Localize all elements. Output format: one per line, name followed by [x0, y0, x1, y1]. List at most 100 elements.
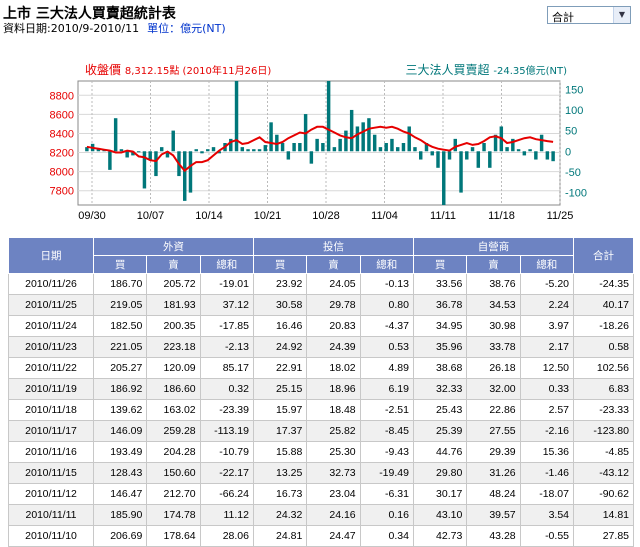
cell-value: 17.37 — [252, 420, 308, 442]
net-bar — [505, 147, 509, 152]
cell-value: -18.26 — [573, 315, 634, 337]
cell-value: 205.27 — [92, 357, 148, 379]
table-row: 2010/11/12 146.47 212.70 -66.24 16.73 23.04 -6… — [8, 483, 634, 505]
row-date: 2010/11/23 — [8, 336, 94, 358]
net-bar — [211, 147, 216, 152]
date-range-label: 資料日期:2010/9-2010/11 — [3, 22, 140, 35]
index-legend: 收盤價 8,312.15點 (2010年11月26日) — [85, 61, 271, 78]
cell-value: -18.07 — [519, 483, 575, 505]
category-select[interactable]: 合計 ▼ — [547, 6, 631, 24]
index-legend-label: 收盤價 — [85, 63, 122, 77]
chevron-down-icon[interactable]: ▼ — [613, 7, 630, 23]
cell-value: 0.58 — [573, 336, 634, 358]
row-date: 2010/11/26 — [8, 273, 94, 295]
net-bar — [298, 143, 302, 152]
cell-value: 186.60 — [146, 378, 201, 400]
cell-value: 212.70 — [146, 483, 201, 505]
net-bar — [154, 151, 158, 177]
cell-value: -0.13 — [359, 273, 414, 295]
cell-value: 32.73 — [306, 462, 361, 484]
net-bar — [522, 151, 527, 156]
net-bar — [257, 149, 262, 152]
cell-value: 24.92 — [252, 336, 308, 358]
cell-value: 44.76 — [412, 441, 468, 463]
cell-value: 25.39 — [412, 420, 468, 442]
left-tick-label: 8600 — [50, 109, 74, 121]
net-bar — [476, 151, 481, 168]
x-tick-label: 09/30 — [78, 210, 106, 222]
net-bar — [349, 109, 354, 152]
cell-value: 23.04 — [306, 483, 361, 505]
net-bar — [269, 122, 273, 152]
net-bar — [315, 138, 319, 152]
cell-value: 29.78 — [306, 294, 361, 316]
cell-value: -66.24 — [199, 483, 254, 505]
x-tick-label: 10/14 — [195, 210, 223, 222]
cell-value: -22.17 — [199, 462, 254, 484]
x-tick-label: 10/07 — [137, 210, 165, 222]
net-bar — [240, 147, 245, 152]
cell-value: 15.97 — [252, 399, 308, 421]
cell-value: 128.43 — [92, 462, 148, 484]
col-total: 合計 — [573, 237, 634, 274]
table-row: 2010/11/15 128.43 150.60 -22.17 13.25 32.73 -1… — [8, 462, 634, 484]
net-bar — [113, 118, 118, 152]
cell-value: 22.91 — [252, 357, 308, 379]
cell-value: 26.18 — [466, 357, 521, 379]
net-bar — [534, 151, 538, 160]
cell-value: 27.55 — [466, 420, 521, 442]
cell-value: -4.37 — [359, 315, 414, 337]
row-date: 2010/11/17 — [8, 420, 94, 442]
net-bar — [470, 147, 475, 152]
cell-value: 12.50 — [519, 357, 575, 379]
cell-value: -2.16 — [519, 420, 575, 442]
cell-value: 120.09 — [146, 357, 201, 379]
net-bar — [395, 147, 400, 152]
cell-value: 38.76 — [466, 273, 521, 295]
category-select-value: 合計 — [552, 11, 574, 24]
x-tick-label: 11/04 — [371, 210, 398, 222]
cell-value: -5.20 — [519, 273, 575, 295]
cell-value: 185.90 — [92, 504, 148, 526]
net-bar — [551, 151, 555, 162]
table-row: 2010/11/22 205.27 120.09 85.17 22.91 18.02 4.8… — [8, 357, 634, 379]
cell-value: 28.06 — [199, 525, 254, 547]
cell-value: 18.02 — [306, 357, 361, 379]
cell-value: -123.80 — [573, 420, 634, 442]
cell-value: 146.47 — [92, 483, 148, 505]
cell-value: 42.73 — [412, 525, 468, 547]
cell-value: 37.12 — [199, 294, 254, 316]
right-tick-label: 150 — [565, 84, 583, 96]
cell-value: 85.17 — [199, 357, 254, 379]
col-dealer-sell: 賣 — [466, 255, 521, 274]
cell-value: 25.43 — [412, 399, 468, 421]
row-date: 2010/11/24 — [8, 315, 94, 337]
cell-value: -4.85 — [573, 441, 634, 463]
col-group-foreign: 外資 — [93, 237, 254, 256]
cell-value: -19.01 — [199, 273, 254, 295]
cell-value: 39.57 — [466, 504, 521, 526]
cell-value: 24.32 — [252, 504, 308, 526]
cell-value: -2.51 — [359, 399, 414, 421]
net-bar — [125, 151, 129, 158]
right-tick-label: -50 — [565, 167, 581, 179]
row-date: 2010/11/19 — [8, 378, 94, 400]
cell-value: 27.85 — [573, 525, 634, 547]
net-bar — [372, 134, 377, 152]
cell-value: 33.78 — [466, 336, 521, 358]
net-bar — [419, 151, 423, 160]
cell-value: 23.92 — [252, 273, 308, 295]
net-bar — [188, 151, 193, 193]
net-bar — [361, 122, 365, 152]
table-row: 2010/11/26 186.70 205.72 -19.01 23.92 24.05 -0… — [8, 273, 634, 295]
cell-value: 0.33 — [519, 378, 575, 400]
cell-value: 2.24 — [519, 294, 575, 316]
net-bar — [390, 138, 394, 152]
net-bar — [280, 143, 285, 152]
cell-value: -17.85 — [199, 315, 254, 337]
row-date: 2010/11/12 — [8, 483, 94, 505]
net-bar — [148, 151, 152, 160]
row-date: 2010/11/10 — [8, 525, 94, 547]
cell-value: -43.12 — [573, 462, 634, 484]
cell-value: 48.24 — [466, 483, 521, 505]
